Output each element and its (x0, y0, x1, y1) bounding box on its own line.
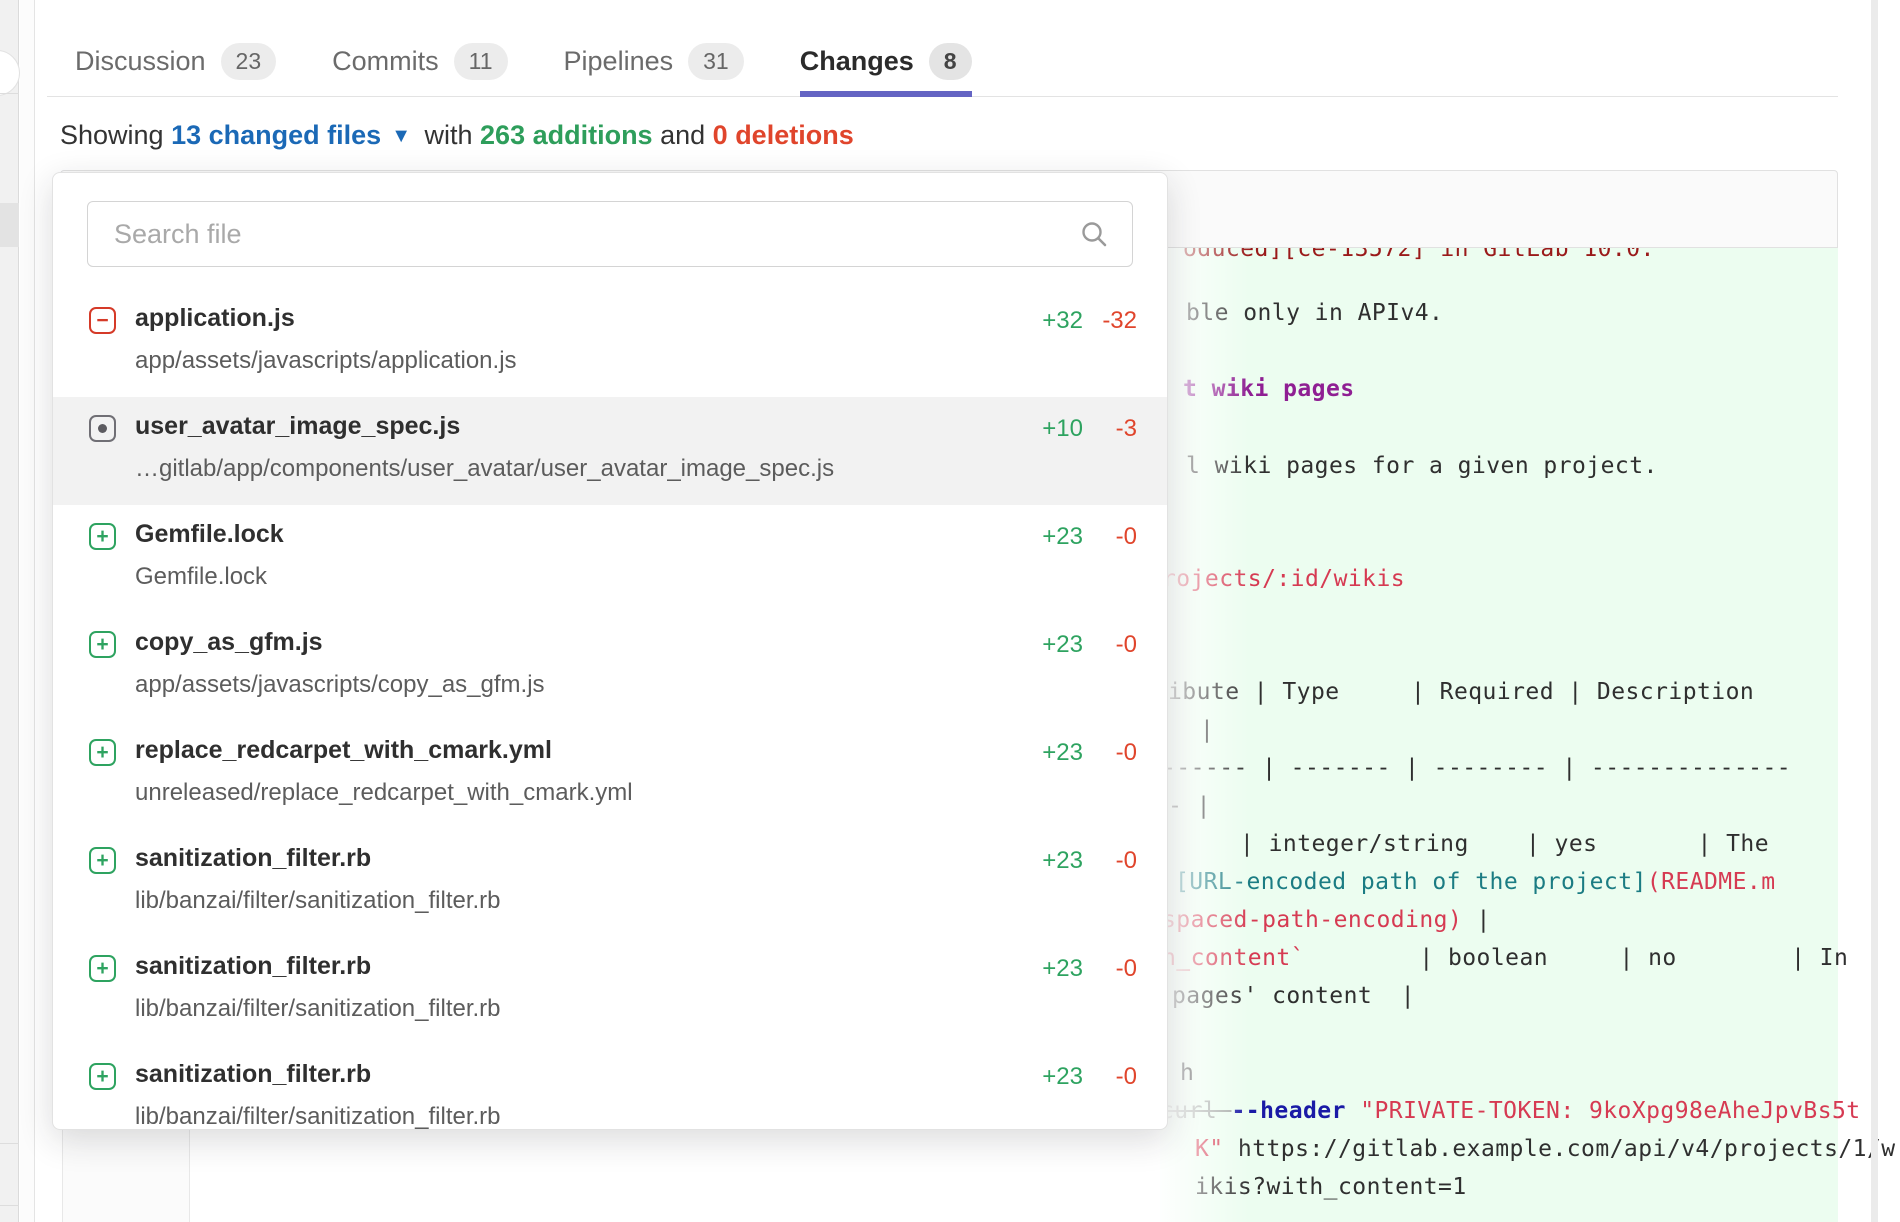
summary-and: and (660, 120, 705, 150)
file-added-icon: + (89, 523, 116, 550)
file-additions: +23 (1042, 523, 1083, 551)
diff-code-line: ibute | Type | Required | Description (1168, 677, 1754, 707)
window-edge-strip (0, 0, 19, 1222)
file-added-icon: + (89, 631, 116, 658)
diff-code-line: curl --header "PRIVATE-TOKEN: 9koXpg98eA… (1160, 1096, 1861, 1126)
file-name: sanitization_filter.rb (135, 1060, 371, 1089)
merge-request-tab-bar: Discussion 23 Commits 11 Pipelines 31 Changes 8 (47, 0, 1838, 97)
tabs: Discussion 23 Commits 11 Pipelines 31 Changes 8 (75, 0, 972, 97)
tab-discussion[interactable]: Discussion 23 (75, 0, 276, 97)
file-name: sanitization_filter.rb (135, 952, 371, 981)
changed-files-dropdown-toggle[interactable]: 13 changed files (171, 120, 381, 150)
file-name: application.js (135, 304, 295, 333)
file-deletions: -0 (1116, 955, 1137, 983)
diff-code-line: l wiki pages for a given project. (1186, 451, 1658, 481)
file-additions: +32 (1042, 307, 1083, 335)
diff-code-line: K" https://gitlab.example.com/api/v4/pro… (1195, 1134, 1896, 1164)
search-file-input[interactable] (87, 201, 1133, 267)
tab-changes[interactable]: Changes 8 (800, 0, 972, 97)
file-list-item[interactable]: + Gemfile.lock Gemfile.lock +23 -0 (53, 505, 1167, 613)
file-added-icon: + (89, 847, 116, 874)
file-additions: +10 (1042, 415, 1083, 443)
changed-files-dropdown: −application.js app/assets/javascripts/ap… (52, 172, 1168, 1130)
diff-code-line: [URL-encoded path of the project](README… (1175, 867, 1776, 897)
file-list-item[interactable]: + copy_as_gfm.js app/assets/javascripts/co… (53, 613, 1167, 721)
file-deletions: -0 (1116, 631, 1137, 659)
dropdown-shadow-fade (1160, 248, 1250, 1222)
file-deletions: -0 (1116, 739, 1137, 767)
background-avatar-partial (0, 50, 20, 96)
file-deletions: -0 (1116, 523, 1137, 551)
tab-label: Commits (332, 46, 439, 77)
file-path: lib/banzai/filter/sanitization_filter.rb (135, 887, 501, 915)
chevron-down-icon[interactable]: ▼ (391, 125, 411, 148)
file-deletions: -3 (1116, 415, 1137, 443)
tab-count-badge: 8 (929, 43, 972, 80)
file-added-icon: + (89, 1063, 116, 1090)
merge-request-changes-page: oduced][ce-13572] in GitLab 10.0.ble onl… (0, 0, 1900, 1222)
file-deletions: -0 (1116, 847, 1137, 875)
window-border-strip (20, 0, 35, 1222)
tab-pipelines[interactable]: Pipelines 31 (564, 0, 744, 97)
file-name: copy_as_gfm.js (135, 628, 323, 657)
changed-file-list: −application.js app/assets/javascripts/ap… (53, 289, 1167, 1130)
file-additions: +23 (1042, 955, 1083, 983)
scrollbar-thumb[interactable] (0, 203, 19, 247)
file-list-item[interactable]: user_avatar_image_spec.js …gitlab/app/com… (53, 397, 1167, 505)
tab-commits[interactable]: Commits 11 (332, 0, 507, 97)
file-list-item[interactable]: + replace_redcarpet_with_cmark.ymlunrelea… (53, 721, 1167, 829)
page-scrollbar-track[interactable] (1871, 0, 1878, 1222)
file-list-item[interactable]: + sanitization_filter.rb lib/banzai/filter… (53, 1045, 1167, 1130)
file-additions: +23 (1042, 739, 1083, 767)
file-path: unreleased/replace_redcarpet_with_cmark.… (135, 779, 633, 807)
deletions-count: 0 deletions (713, 120, 854, 150)
file-added-icon: + (89, 739, 116, 766)
summary-with: with (425, 120, 473, 150)
diff-code-line: ------ | ------- | -------- | ----------… (1162, 753, 1791, 783)
tab-label: Changes (800, 46, 914, 77)
search-icon (1079, 219, 1109, 254)
file-modified-icon (89, 415, 116, 442)
file-additions: +23 (1042, 847, 1083, 875)
file-list-item[interactable]: −application.js app/assets/javascripts/ap… (53, 289, 1167, 397)
diff-line-number-gutter (62, 1130, 190, 1222)
file-name: Gemfile.lock (135, 520, 284, 549)
file-path: app/assets/javascripts/application.js (135, 347, 517, 375)
diff-code-line: | integer/string | yes | The (1240, 829, 1769, 859)
file-added-icon: + (89, 955, 116, 982)
file-deleted-icon: − (89, 307, 116, 334)
tab-label: Discussion (75, 46, 206, 77)
summary-prefix: Showing (60, 120, 164, 150)
diff-code-line: h_content` | boolean | no | In (1162, 943, 1848, 973)
file-list-item[interactable]: + sanitization_filter.rb lib/banzai/filter… (53, 829, 1167, 937)
file-path: lib/banzai/filter/sanitization_filter.rb (135, 995, 501, 1023)
file-path: app/assets/javascripts/copy_as_gfm.js (135, 671, 545, 699)
file-path: lib/banzai/filter/sanitization_filter.rb (135, 1103, 501, 1130)
tab-count-badge: 11 (454, 43, 508, 80)
file-additions: +23 (1042, 1063, 1083, 1091)
file-deletions: -32 (1102, 307, 1137, 335)
file-path: Gemfile.lock (135, 563, 267, 591)
file-list-item[interactable]: + sanitization_filter.rb lib/banzai/filter… (53, 937, 1167, 1045)
file-path: …gitlab/app/components/user_avatar/user_… (135, 455, 834, 483)
changed-files-summary: Showing 13 changed files ▼ with 263 addit… (60, 120, 854, 151)
file-name: sanitization_filter.rb (135, 844, 371, 873)
file-name: user_avatar_image_spec.js (135, 412, 460, 441)
tab-label: Pipelines (564, 46, 674, 77)
tab-count-badge: 23 (221, 43, 277, 80)
file-name: replace_redcarpet_with_cmark.yml (135, 736, 552, 765)
file-additions: +23 (1042, 631, 1083, 659)
additions-count: 263 additions (480, 120, 653, 150)
file-deletions: -0 (1116, 1063, 1137, 1091)
tab-count-badge: 31 (688, 43, 744, 80)
